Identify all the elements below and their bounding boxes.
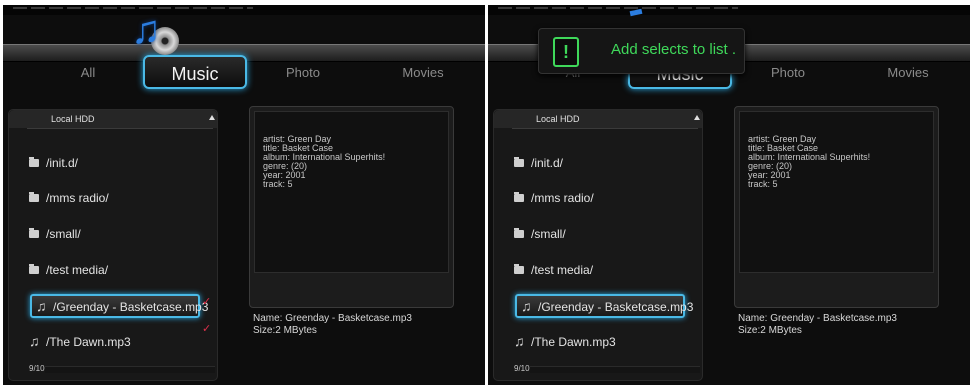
folder-icon xyxy=(29,259,44,281)
tab-all[interactable]: All xyxy=(63,61,113,85)
list-title: Local HDD xyxy=(536,114,580,124)
folder-icon xyxy=(514,187,529,209)
file-name: Name: Greenday - Basketcase.mp3 xyxy=(738,313,897,324)
music-note-icon: ♫ xyxy=(521,298,532,314)
list-item-label: /test media/ xyxy=(531,263,594,277)
list-title: Local HDD xyxy=(51,114,95,124)
list-item-selected[interactable]: ♫ /Greenday - Basketcase.mp3 xyxy=(30,294,208,318)
page-bar xyxy=(45,366,215,373)
list-item-label: /test media/ xyxy=(46,263,109,277)
info-pane: artist: Green Day title: Basket Case alb… xyxy=(739,111,934,273)
list-item-selected[interactable]: ♫ /Greenday - Basketcase.mp3 xyxy=(515,294,693,318)
music-note-icon: ♫ xyxy=(29,333,40,349)
tab-photo[interactable]: Photo xyxy=(758,61,818,85)
list-item-label: /The Dawn.mp3 xyxy=(531,335,616,349)
list-item[interactable]: /init.d/ xyxy=(29,152,209,174)
checkmark-icon: ✓ xyxy=(202,296,212,308)
list-item-label: /Greenday - Basketcase.mp3 xyxy=(538,300,694,314)
info-pane: artist: Green Day title: Basket Case alb… xyxy=(254,111,449,273)
file-size: Size:2 MBytes xyxy=(738,325,802,336)
list-divider xyxy=(512,128,698,129)
list-item[interactable]: /test media/ xyxy=(514,259,694,281)
folder-icon xyxy=(514,152,529,174)
list-item-label: /mms radio/ xyxy=(46,191,109,205)
media-browser-panel-left: All Music ♫ Photo Movies Local HDD /init… xyxy=(3,5,485,385)
checkmark-icon: ✓ xyxy=(202,323,212,335)
list-item[interactable]: /mms radio/ xyxy=(29,187,209,209)
folder-icon xyxy=(29,223,44,245)
folder-icon xyxy=(29,152,44,174)
list-item-label: /init.d/ xyxy=(531,156,564,170)
tab-music[interactable]: Music xyxy=(143,55,247,89)
list-item[interactable]: /mms radio/ xyxy=(514,187,694,209)
info-line: track: 5 xyxy=(748,179,778,189)
list-item-label: /init.d/ xyxy=(46,156,79,170)
page-count: 9/10 xyxy=(514,364,530,373)
list-item[interactable]: /small/ xyxy=(514,223,694,245)
list-item-label: /small/ xyxy=(531,227,566,241)
top-band xyxy=(3,5,485,15)
folder-icon xyxy=(514,223,529,245)
list-item-label: /The Dawn.mp3 xyxy=(46,335,131,349)
page-bar xyxy=(530,366,700,373)
file-list: Local HDD /init.d/ /mms radio/ /small/ /… xyxy=(8,109,218,381)
list-item[interactable]: /test media/ xyxy=(29,259,209,281)
folder-icon xyxy=(29,187,44,209)
list-item[interactable]: /init.d/ xyxy=(514,152,694,174)
music-note-icon: ♫ xyxy=(36,298,47,314)
alert-icon: ! xyxy=(553,37,579,67)
scroll-up-icon[interactable] xyxy=(694,115,700,120)
music-note-icon: ♫ xyxy=(131,8,161,52)
toast-message: Add selects to list . xyxy=(611,41,737,58)
top-band xyxy=(488,5,970,15)
list-item[interactable]: /small/ xyxy=(29,223,209,245)
media-browser-panel-right: All Music Photo Movies ! Add selects to … xyxy=(488,5,970,385)
page-count: 9/10 xyxy=(29,364,45,373)
list-item[interactable]: ♫ /The Dawn.mp3 xyxy=(29,330,209,352)
scroll-up-icon[interactable] xyxy=(209,115,215,120)
info-box: artist: Green Day title: Basket Case alb… xyxy=(249,106,454,308)
file-name: Name: Greenday - Basketcase.mp3 xyxy=(253,313,412,324)
file-size: Size:2 MBytes xyxy=(253,325,317,336)
info-box: artist: Green Day title: Basket Case alb… xyxy=(734,106,939,308)
list-item-label: /small/ xyxy=(46,227,81,241)
tab-photo[interactable]: Photo xyxy=(273,61,333,85)
music-note-icon xyxy=(629,8,643,17)
file-list: Local HDD /init.d/ /mms radio/ /small/ /… xyxy=(493,109,703,381)
list-divider xyxy=(27,128,213,129)
folder-icon xyxy=(514,259,529,281)
list-header: Local HDD xyxy=(9,110,217,128)
list-header: Local HDD xyxy=(494,110,702,128)
info-line: track: 5 xyxy=(263,179,293,189)
tab-movies[interactable]: Movies xyxy=(388,61,458,85)
tab-movies[interactable]: Movies xyxy=(873,61,943,85)
music-note-icon: ♫ xyxy=(514,333,525,349)
list-item-label: /Greenday - Basketcase.mp3 xyxy=(53,300,209,314)
notification-toast: ! Add selects to list . xyxy=(538,28,745,74)
list-item-label: /mms radio/ xyxy=(531,191,594,205)
list-item[interactable]: ♫ /The Dawn.mp3 xyxy=(514,330,694,352)
